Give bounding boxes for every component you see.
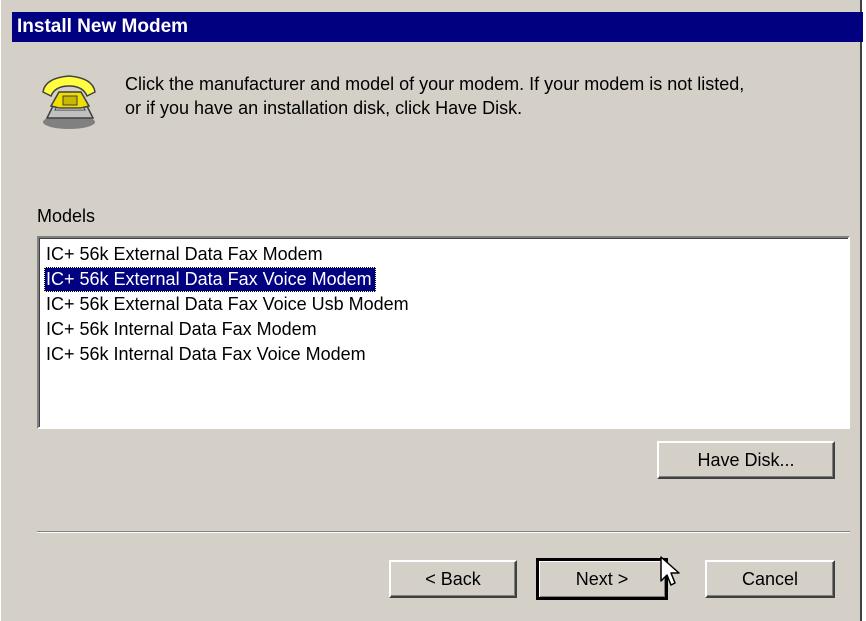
separator bbox=[37, 531, 850, 533]
list-item-selected[interactable]: IC+ 56k External Data Fax Voice Modem bbox=[44, 267, 376, 292]
have-disk-label: Have Disk... bbox=[697, 449, 795, 470]
cancel-label: Cancel bbox=[741, 568, 799, 589]
mouse-pointer-icon bbox=[660, 556, 680, 586]
cancel-button[interactable]: Cancel bbox=[705, 560, 835, 598]
models-label-text: Models bbox=[37, 206, 96, 226]
models-label: Models bbox=[37, 206, 95, 227]
install-new-modem-dialog: Install New Modem Click the manufacturer… bbox=[0, 0, 863, 621]
next-button[interactable]: Next > bbox=[536, 558, 668, 600]
telephone-icon bbox=[42, 75, 96, 129]
list-item[interactable]: IC+ 56k External Data Fax Modem bbox=[44, 242, 327, 267]
instructions-text: Click the manufacturer and model of your… bbox=[125, 72, 845, 120]
instruction-line-2: or if you have an installation disk, cli… bbox=[125, 98, 523, 118]
back-label: < Back bbox=[425, 568, 481, 589]
back-button[interactable]: < Back bbox=[389, 560, 517, 598]
list-item[interactable]: IC+ 56k Internal Data Fax Voice Modem bbox=[44, 342, 370, 367]
instruction-line-1: Click the manufacturer and model of your… bbox=[125, 74, 745, 94]
models-listbox[interactable]: IC+ 56k External Data Fax Modem IC+ 56k … bbox=[37, 236, 850, 429]
dialog-title-bar[interactable]: Install New Modem bbox=[12, 12, 863, 42]
next-label: Next > bbox=[575, 568, 629, 589]
have-disk-button[interactable]: Have Disk... bbox=[657, 441, 835, 479]
list-item[interactable]: IC+ 56k External Data Fax Voice Usb Mode… bbox=[44, 292, 413, 317]
dialog-title: Install New Modem bbox=[17, 16, 189, 37]
list-item[interactable]: IC+ 56k Internal Data Fax Modem bbox=[44, 317, 321, 342]
